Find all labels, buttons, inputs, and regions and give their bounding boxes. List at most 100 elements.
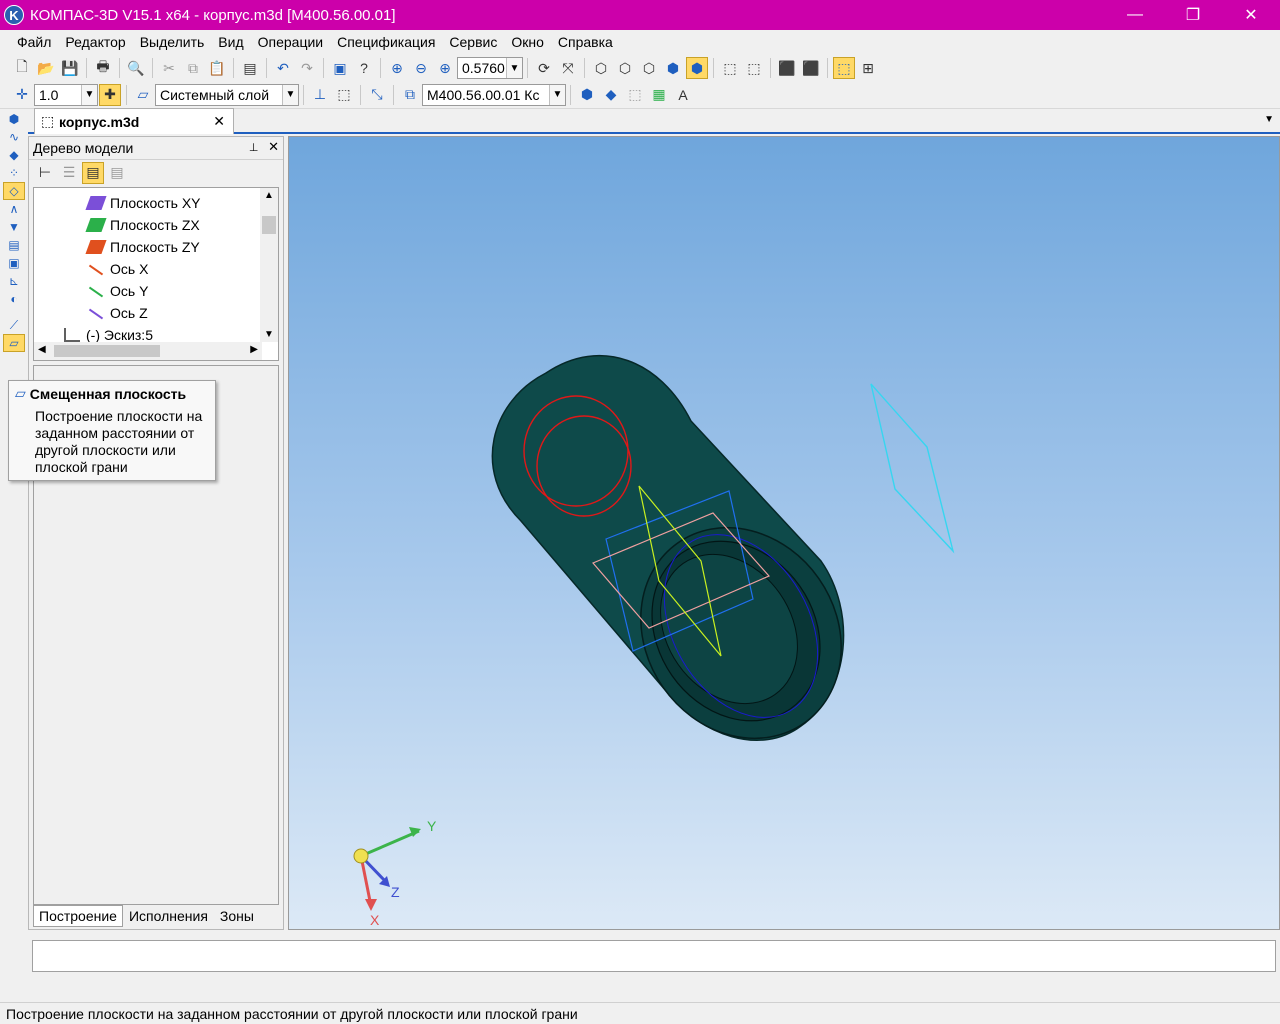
zoom-combo[interactable]: 0.5760 ▼ bbox=[457, 57, 523, 79]
copy-icon[interactable]: ⧉ bbox=[182, 57, 204, 79]
save-icon[interactable]: 💾 bbox=[59, 57, 81, 79]
tree-item-axis-y[interactable]: Ось Y bbox=[88, 280, 148, 302]
help-pointer-icon[interactable]: ? bbox=[353, 57, 375, 79]
manager-icon[interactable]: ▣ bbox=[329, 57, 351, 79]
menu-window[interactable]: Окно bbox=[504, 34, 551, 50]
shaded-icon[interactable]: ⬢ bbox=[662, 57, 684, 79]
normal-icon[interactable]: ⤡ bbox=[366, 84, 388, 106]
layer-icon[interactable]: ▱ bbox=[132, 84, 154, 106]
step-cursor-icon[interactable]: ✛ bbox=[11, 84, 33, 106]
sheet-metal-icon[interactable]: ◐ bbox=[3, 290, 25, 308]
tree-view-icon[interactable]: ☰ bbox=[58, 162, 80, 184]
scroll-thumb[interactable] bbox=[262, 216, 276, 234]
tree-structure-icon[interactable]: ⊢ bbox=[34, 162, 56, 184]
text-style-icon[interactable]: A bbox=[672, 84, 694, 106]
scroll-up-icon[interactable]: ▲ bbox=[264, 190, 274, 201]
menu-specification[interactable]: Спецификация bbox=[330, 34, 442, 50]
designation-combo[interactable]: M400.56.00.01 Кс ▼ bbox=[422, 83, 566, 106]
vertical-scrollbar[interactable]: ▲ ▼ bbox=[260, 188, 278, 342]
assembly-icon[interactable]: ⬛ bbox=[800, 57, 822, 79]
open-folder-icon[interactable]: 📂 bbox=[35, 57, 57, 79]
chevron-down-icon[interactable]: ▼ bbox=[506, 58, 522, 78]
auxiliary-geometry-icon[interactable]: ◇ bbox=[3, 182, 25, 200]
cut-icon[interactable]: ✂ bbox=[158, 57, 180, 79]
spec-icon[interactable]: ▤ bbox=[3, 236, 25, 254]
tree-item-plane-zy[interactable]: Плоскость ZY bbox=[85, 236, 200, 258]
library-icon[interactable]: ⬚ bbox=[624, 84, 646, 106]
filter-objects-icon[interactable]: ⬚ bbox=[719, 57, 741, 79]
shaded-edges-icon[interactable]: ⬢ bbox=[686, 57, 708, 79]
layer-combo[interactable]: Системный слой ▼ bbox=[155, 83, 299, 106]
designation-icon[interactable]: ⧉ bbox=[399, 84, 421, 106]
scroll-thumb[interactable] bbox=[54, 345, 160, 357]
minimize-button[interactable]: — bbox=[1106, 0, 1164, 30]
menu-operations[interactable]: Операции bbox=[251, 34, 331, 50]
grid-icon[interactable]: ✚ bbox=[99, 83, 121, 106]
new-document-icon[interactable]: 🗋 bbox=[11, 57, 33, 79]
array-icon[interactable]: ⁘ bbox=[3, 164, 25, 182]
zoom-in-icon[interactable]: ⊕ bbox=[434, 57, 456, 79]
color-icon[interactable]: ◆ bbox=[600, 84, 622, 106]
part-icon[interactable]: ⬛ bbox=[776, 57, 798, 79]
chevron-down-icon[interactable]: ▼ bbox=[282, 84, 298, 105]
tabs-dropdown-icon[interactable]: ▼ bbox=[1264, 114, 1274, 125]
measure-tool-icon[interactable]: ⊾ bbox=[3, 272, 25, 290]
menu-view[interactable]: Вид bbox=[211, 34, 250, 50]
undo-icon[interactable]: ↶ bbox=[272, 57, 294, 79]
tab-korpus[interactable]: ⬚ корпус.m3d ✕ bbox=[34, 108, 234, 134]
materials-icon[interactable]: ⬢ bbox=[576, 84, 598, 106]
close-icon[interactable]: ✕ bbox=[268, 139, 279, 154]
coordinate-system-icon[interactable]: ⊥ bbox=[309, 84, 331, 106]
thin-lines-icon[interactable]: ⬡ bbox=[638, 57, 660, 79]
orientation-icon[interactable]: ⤧ bbox=[557, 57, 579, 79]
horizontal-scrollbar[interactable]: ◀ ▶ bbox=[34, 342, 262, 360]
tab-zones[interactable]: Зоны bbox=[214, 905, 260, 927]
spec-object-icon[interactable]: ▦ bbox=[648, 84, 670, 106]
hidden-lines-icon[interactable]: ⬡ bbox=[614, 57, 636, 79]
chevron-down-icon[interactable]: ▼ bbox=[81, 84, 97, 105]
scroll-right-icon[interactable]: ▶ bbox=[250, 344, 258, 355]
tab-versions[interactable]: Исполнения bbox=[123, 905, 214, 927]
offset-plane-icon[interactable]: ▱ bbox=[3, 334, 25, 352]
surface-icon[interactable]: ◆ bbox=[3, 146, 25, 164]
preview-icon[interactable]: 🔍 bbox=[125, 57, 147, 79]
menu-select[interactable]: Выделить bbox=[133, 34, 212, 50]
dimensions-icon[interactable]: ∧ bbox=[3, 200, 25, 218]
menu-file[interactable]: Файл bbox=[10, 34, 58, 50]
wireframe-icon[interactable]: ⬡ bbox=[590, 57, 612, 79]
close-window-button[interactable]: ✕ bbox=[1222, 0, 1280, 30]
measure-icon[interactable]: ⊞ bbox=[857, 57, 879, 79]
chevron-down-icon[interactable]: ▼ bbox=[549, 84, 565, 105]
plane-cyan[interactable] bbox=[870, 383, 955, 554]
spline-icon[interactable]: ∿ bbox=[3, 128, 25, 146]
scroll-down-icon[interactable]: ▼ bbox=[264, 329, 274, 340]
tree-mode2-icon[interactable]: ▤ bbox=[106, 162, 128, 184]
step-combo[interactable]: 1.0 ▼ bbox=[34, 83, 98, 106]
maximize-button[interactable]: ❐ bbox=[1164, 0, 1222, 30]
edit-part-icon[interactable]: ⬢ bbox=[3, 110, 25, 128]
menu-service[interactable]: Сервис bbox=[442, 34, 504, 50]
axis-through-points-icon[interactable]: ⟋ bbox=[3, 316, 25, 334]
select-filter-icon[interactable]: ⬚ bbox=[743, 57, 765, 79]
close-icon[interactable]: ✕ bbox=[213, 113, 225, 130]
tab-construction[interactable]: Построение bbox=[33, 905, 123, 927]
tree-mode-icon[interactable]: ▤ bbox=[82, 161, 104, 184]
pin-icon[interactable]: ⊥ bbox=[249, 142, 259, 154]
orientation-lcs-icon[interactable]: ⬚ bbox=[333, 84, 355, 106]
menu-editor[interactable]: Редактор bbox=[58, 34, 132, 50]
tree-item-plane-zx[interactable]: Плоскость ZX bbox=[85, 214, 200, 236]
tree-item-axis-z[interactable]: Ось Z bbox=[88, 302, 148, 324]
print-icon[interactable]: 🖶 bbox=[92, 57, 114, 79]
zoom-window-icon[interactable]: ⊕ bbox=[386, 57, 408, 79]
model-viewport[interactable]: Y Z X bbox=[288, 136, 1280, 930]
filter-icon[interactable]: ▼ bbox=[3, 218, 25, 236]
zoom-all-icon[interactable]: ⊖ bbox=[410, 57, 432, 79]
snap-icon[interactable]: ⬚ bbox=[833, 57, 855, 79]
scroll-left-icon[interactable]: ◀ bbox=[38, 344, 46, 355]
command-line[interactable] bbox=[32, 940, 1276, 972]
tree-item-axis-x[interactable]: Ось X bbox=[88, 258, 148, 280]
redo-icon[interactable]: ↷ bbox=[296, 57, 318, 79]
rotate-icon[interactable]: ⟳ bbox=[533, 57, 555, 79]
properties-icon[interactable]: ▤ bbox=[239, 57, 261, 79]
paste-icon[interactable]: 📋 bbox=[206, 57, 228, 79]
